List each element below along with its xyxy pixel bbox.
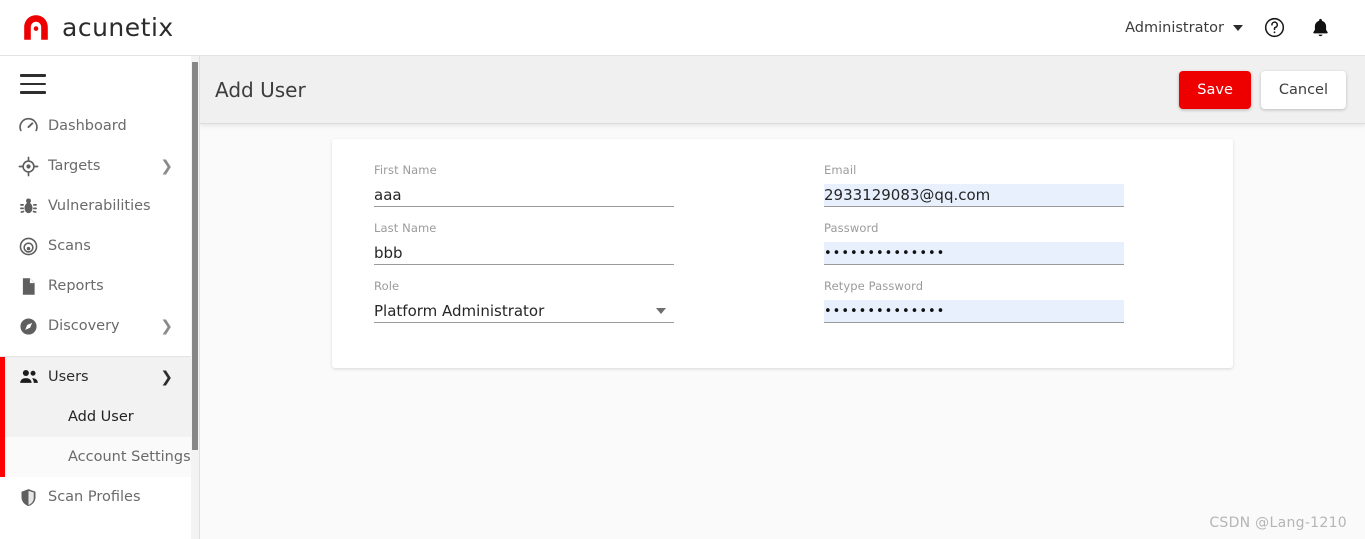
brand-logo[interactable]: acunetix <box>20 12 174 44</box>
field-last-name: Last Name bbb <box>374 221 674 265</box>
sidebar-item-label: Dashboard <box>48 118 127 134</box>
sidebar-item-label: Reports <box>48 278 104 294</box>
compass-icon <box>18 316 48 337</box>
chevron-down-icon[interactable] <box>656 308 666 314</box>
cancel-button[interactable]: Cancel <box>1260 70 1346 109</box>
page-actions: Save Cancel <box>1179 70 1346 109</box>
form-column-left: First Name aaa Last Name bbb Role Platfo… <box>332 139 782 368</box>
content-area: First Name aaa Last Name bbb Role Platfo… <box>200 124 1365 539</box>
top-bar: acunetix Administrator <box>0 0 1365 56</box>
chevron-down-icon: ❯ <box>160 367 173 386</box>
field-label: Last Name <box>374 221 437 235</box>
sidebar: Dashboard Targets ❯ Vulnerabilities Scan… <box>0 56 200 539</box>
first-name-input[interactable]: aaa <box>374 184 674 207</box>
sidebar-item-label: Scans <box>48 238 91 254</box>
dashboard-gauge-icon <box>18 116 48 137</box>
retype-password-input[interactable]: •••••••••••••• <box>824 300 1124 323</box>
last-name-input[interactable]: bbb <box>374 242 674 265</box>
sidebar-scrollbar-track[interactable] <box>191 56 199 539</box>
sidebar-item-reports[interactable]: Reports <box>0 266 199 306</box>
sidebar-item-label: Targets <box>48 158 101 174</box>
password-input[interactable]: •••••••••••••• <box>824 242 1124 265</box>
page-header: Add User Save Cancel <box>200 56 1365 124</box>
sidebar-item-label: Vulnerabilities <box>48 198 151 214</box>
help-circle-icon <box>1264 17 1284 38</box>
chevron-down-icon <box>1233 24 1243 31</box>
role-select[interactable]: Platform Administrator <box>374 300 674 323</box>
bug-icon <box>18 196 48 217</box>
bell-icon <box>1312 18 1328 37</box>
chevron-right-icon: ❯ <box>160 316 173 335</box>
brand-name: acunetix <box>62 13 174 42</box>
add-user-form-card: First Name aaa Last Name bbb Role Platfo… <box>332 139 1233 368</box>
field-password: Password •••••••••••••• <box>824 221 1124 265</box>
shield-icon <box>18 487 48 508</box>
field-retype-password: Retype Password •••••••••••••• <box>824 279 1124 323</box>
form-column-right: Email 2933129083@qq.com Password •••••••… <box>782 139 1232 368</box>
sidebar-primary-nav: Dashboard Targets ❯ Vulnerabilities Scan… <box>0 94 199 517</box>
target-crosshair-icon <box>18 156 48 177</box>
sidebar-subitem-label: Account Settings <box>68 449 191 465</box>
help-button[interactable] <box>1251 8 1297 48</box>
sidebar-item-targets[interactable]: Targets ❯ <box>0 146 199 186</box>
field-role: Role Platform Administrator <box>374 279 674 323</box>
sidebar-item-scan-profiles[interactable]: Scan Profiles <box>0 477 199 517</box>
save-button[interactable]: Save <box>1179 70 1251 109</box>
people-icon <box>18 366 48 388</box>
sidebar-item-add-user[interactable]: Add User <box>0 397 199 437</box>
sidebar-item-account-settings[interactable]: Account Settings <box>0 437 199 477</box>
field-label: Retype Password <box>824 279 924 293</box>
notifications-button[interactable] <box>1297 8 1343 48</box>
sidebar-item-dashboard[interactable]: Dashboard <box>0 106 199 146</box>
acunetix-logo-icon <box>24 14 48 40</box>
hamburger-icon[interactable] <box>20 74 46 94</box>
field-first-name: First Name aaa <box>374 163 674 207</box>
sidebar-secondary-nav: Scan Profiles <box>0 477 199 517</box>
sidebar-subitem-label: Add User <box>68 409 134 425</box>
sidebar-item-label: Scan Profiles <box>48 489 141 505</box>
field-email: Email 2933129083@qq.com <box>824 163 1124 207</box>
user-menu[interactable]: Administrator <box>1117 14 1251 42</box>
page-title: Add User <box>215 77 306 102</box>
chevron-right-icon: ❯ <box>160 156 173 175</box>
sidebar-item-discovery[interactable]: Discovery ❯ <box>0 306 199 346</box>
email-input[interactable]: 2933129083@qq.com <box>824 184 1124 207</box>
document-icon <box>18 276 48 297</box>
sidebar-scrollbar-thumb[interactable] <box>192 62 198 450</box>
sidebar-item-vulnerabilities[interactable]: Vulnerabilities <box>0 186 199 226</box>
sidebar-item-label: Users <box>48 369 89 385</box>
field-label: Role <box>374 279 400 293</box>
user-menu-label: Administrator <box>1125 19 1224 36</box>
sidebar-item-scans[interactable]: Scans <box>0 226 199 266</box>
field-label: First Name <box>374 163 437 177</box>
sidebar-item-label: Discovery <box>48 318 120 334</box>
field-label: Password <box>824 221 879 235</box>
field-label: Email <box>824 163 857 177</box>
radar-icon <box>18 236 48 257</box>
sidebar-group-users: Users ❯ Add User Account Settings <box>0 357 199 477</box>
watermark: CSDN @Lang-1210 <box>1209 515 1347 531</box>
top-bar-right: Administrator <box>1117 8 1343 48</box>
sidebar-item-users[interactable]: Users ❯ <box>0 357 199 397</box>
